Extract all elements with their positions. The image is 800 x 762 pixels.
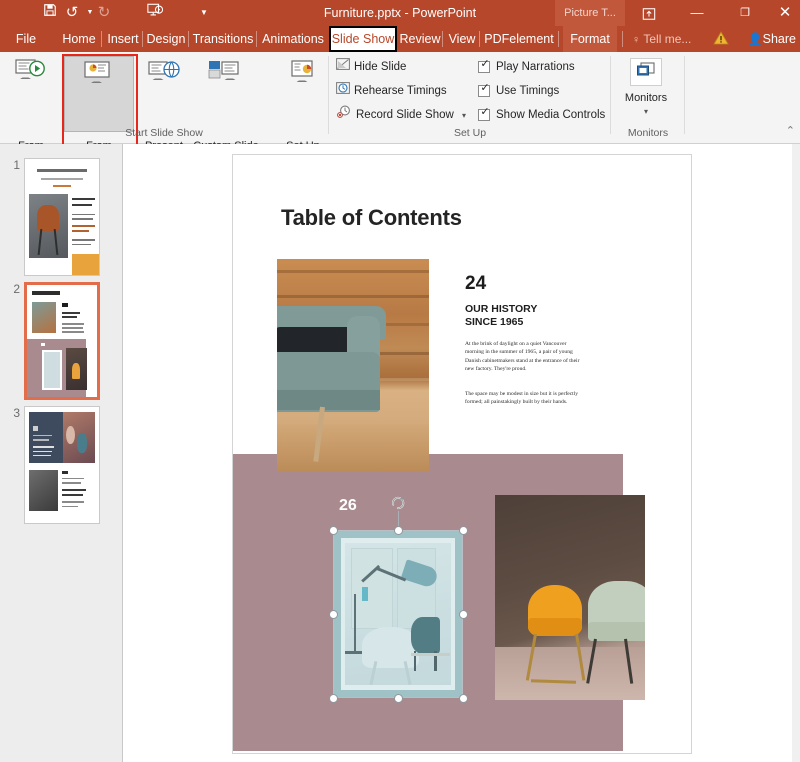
picture-tools-group-label: Picture T... (555, 0, 625, 26)
show-media-controls-row[interactable]: Show Media Controls (478, 105, 605, 125)
monitors-label: Monitors (624, 92, 668, 104)
section-number-24[interactable]: 24 (465, 273, 486, 295)
resize-handle-middle-left[interactable] (328, 609, 338, 619)
tell-me-box[interactable]: ♀ Tell me... (632, 26, 691, 52)
our-history-line2: SINCE 1965 (465, 316, 524, 328)
record-slide-show-label: Record Slide Show (356, 109, 454, 122)
maximize-button[interactable]: ❐ (722, 0, 768, 26)
resize-handle-bottom-center[interactable] (393, 693, 403, 703)
rehearse-timings-icon (336, 81, 350, 101)
warning-icon[interactable] (713, 31, 729, 47)
orange-chair-photo[interactable] (495, 495, 645, 700)
ribbon-tab-strip: File Home Insert Design Transitions Anim… (0, 26, 800, 52)
group-label-monitors: Monitors (627, 127, 669, 139)
tab-picture-format[interactable]: Format (563, 26, 617, 52)
monitors-dropdown-icon[interactable]: ▾ (644, 107, 648, 116)
tab-insert[interactable]: Insert (104, 26, 142, 52)
tab-home[interactable]: Home (58, 26, 100, 52)
ribbon-display-options-icon[interactable] (626, 0, 672, 26)
show-media-controls-label: Show Media Controls (496, 109, 606, 121)
tab-review[interactable]: Review (398, 26, 442, 52)
title-bar: ↺ ▼ ↻ ▼ Furniture.pptx - PowerPoint Pict… (0, 0, 800, 26)
resize-handle-bottom-right[interactable] (458, 693, 468, 703)
rotate-handle[interactable] (390, 495, 406, 511)
play-narrations-checkbox[interactable] (478, 58, 491, 73)
record-slide-show-dropdown-icon[interactable]: ▾ (462, 111, 466, 120)
resize-handle-bottom-left[interactable] (328, 693, 338, 703)
work-area: 1 2 3 Table of Contents 24 OUR HISTORY S… (0, 144, 800, 762)
share-button[interactable]: 👤Share (748, 26, 796, 52)
thumbnail-2-preview[interactable] (24, 282, 100, 400)
lightbulb-icon: ♀ (632, 34, 641, 46)
resize-handle-top-left[interactable] (328, 525, 338, 535)
tab-slide-show[interactable]: Slide Show (331, 26, 395, 52)
show-media-controls-checkbox[interactable] (478, 106, 491, 121)
section-number-26[interactable]: 26 (339, 497, 357, 515)
ribbon: From Beginning From Current Slide (0, 52, 800, 170)
our-history-line1: OUR HISTORY (465, 303, 538, 315)
hide-slide-command[interactable]: Hide Slide (336, 57, 406, 77)
collapse-ribbon-icon[interactable]: ⌃ (786, 124, 795, 137)
resize-handle-top-right[interactable] (458, 525, 468, 535)
play-narrations-label: Play Narrations (496, 61, 575, 73)
present-online-icon[interactable] (148, 60, 182, 95)
slide-thumbnail-pane[interactable]: 1 2 3 (0, 144, 123, 762)
section-paragraph-1[interactable]: At the brink of daylight on a quiet Vanc… (465, 340, 583, 374)
hide-slide-label: Hide Slide (354, 61, 407, 74)
slide-title[interactable]: Table of Contents (281, 205, 462, 231)
set-up-slide-show-icon[interactable] (290, 60, 324, 95)
resize-handle-middle-right[interactable] (458, 609, 468, 619)
rehearse-timings-command[interactable]: Rehearse Timings (336, 81, 447, 101)
tab-design[interactable]: Design (144, 26, 188, 52)
slide-pane-scrollbar[interactable] (792, 144, 800, 762)
section-paragraph-2[interactable]: The space may be modest in size but it i… (465, 390, 583, 407)
tab-animations[interactable]: Animations (258, 26, 328, 52)
slide-canvas[interactable]: Table of Contents 24 OUR HISTORY SINCE 1… (232, 154, 692, 754)
thumbnail-number-1: 1 (13, 158, 20, 172)
use-timings-row[interactable]: Use Timings (478, 81, 559, 101)
from-beginning-icon[interactable] (14, 58, 48, 93)
play-narrations-row[interactable]: Play Narrations (478, 57, 575, 77)
monitors-icon[interactable] (636, 62, 656, 85)
tab-file[interactable]: File (10, 26, 42, 52)
thumbnail-number-2: 2 (13, 282, 20, 296)
group-label-start-slide-show: Start Slide Show (125, 127, 203, 139)
slide-editing-pane[interactable]: Table of Contents 24 OUR HISTORY SINCE 1… (124, 144, 800, 762)
close-button[interactable]: ✕ (770, 0, 800, 26)
record-slide-show-icon (336, 105, 352, 125)
thumbnail-1-preview[interactable] (24, 158, 100, 276)
tab-view[interactable]: View (445, 26, 479, 52)
thumbnail-3-preview[interactable] (24, 406, 100, 524)
resize-handle-top-center[interactable] (393, 525, 403, 535)
record-slide-show-command[interactable]: Record Slide Show ▾ (336, 105, 466, 125)
tab-transitions[interactable]: Transitions (190, 26, 256, 52)
use-timings-label: Use Timings (496, 85, 560, 97)
rehearse-timings-label: Rehearse Timings (354, 85, 447, 98)
use-timings-checkbox[interactable] (478, 82, 491, 97)
minimize-button[interactable]: — (674, 0, 720, 26)
teal-sofa-photo[interactable] (277, 259, 429, 471)
tell-me-label: Tell me... (643, 32, 692, 46)
tab-pdfelement[interactable]: PDFelement (482, 26, 556, 52)
selected-lamp-chair-photo[interactable] (333, 530, 463, 698)
monitors-button[interactable]: Monitors ▾ (617, 92, 675, 118)
group-label-set-up: Set Up (453, 127, 487, 139)
powerpoint-window: ↺ ▼ ↻ ▼ Furniture.pptx - PowerPoint Pict… (0, 0, 800, 762)
share-label: Share (762, 32, 796, 46)
custom-slide-show-icon[interactable] (208, 60, 242, 95)
person-add-icon: 👤 (747, 32, 763, 46)
thumbnail-number-3: 3 (13, 406, 20, 420)
section-heading-our-history[interactable]: OUR HISTORY SINCE 1965 (465, 303, 537, 329)
from-current-slide-icon[interactable] (82, 60, 116, 95)
hide-slide-icon (336, 57, 350, 77)
